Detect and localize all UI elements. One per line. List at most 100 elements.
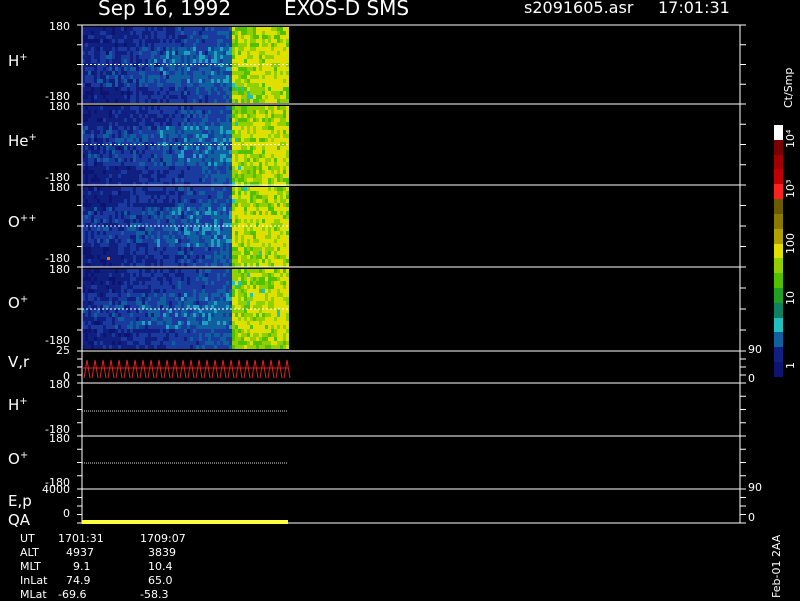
spectrogram-cell bbox=[184, 55, 187, 59]
spectrogram-cell bbox=[112, 43, 115, 47]
spectrogram-cell bbox=[115, 138, 118, 142]
spectrogram-cell bbox=[181, 345, 184, 349]
spectrogram-cell bbox=[124, 211, 127, 215]
spectrogram-cell bbox=[142, 174, 145, 178]
spectrogram-cell bbox=[283, 158, 286, 162]
spectrogram-cell bbox=[130, 191, 133, 195]
spectrogram-cell bbox=[91, 39, 94, 43]
spectrogram-cell bbox=[175, 259, 178, 263]
spectrogram-cell bbox=[112, 309, 115, 313]
spectrogram-cell bbox=[208, 273, 211, 277]
spectrogram-cell bbox=[238, 199, 241, 203]
spectrogram-cell bbox=[271, 99, 274, 103]
spectrogram-cell bbox=[157, 345, 160, 349]
spectrogram-cell bbox=[256, 219, 259, 223]
spectrogram-cell bbox=[283, 71, 286, 75]
spectrogram-cell bbox=[136, 305, 139, 309]
spectrogram-cell bbox=[211, 285, 214, 289]
spectrogram-cell bbox=[199, 219, 202, 223]
spectrogram-cell bbox=[235, 263, 238, 267]
spectrogram-cell bbox=[202, 235, 205, 239]
spectrogram-cell bbox=[187, 178, 190, 182]
spectrogram-cell bbox=[229, 227, 232, 231]
spectrogram-cell bbox=[202, 263, 205, 267]
spectrogram-cell bbox=[226, 95, 229, 99]
spectrogram-cell bbox=[241, 130, 244, 134]
spectrogram-cell bbox=[124, 134, 127, 138]
spectrogram-cell bbox=[127, 118, 130, 122]
spectrogram-cell bbox=[226, 99, 229, 103]
spectrogram-cell bbox=[178, 39, 181, 43]
spectrogram-cell bbox=[253, 251, 256, 255]
spectrogram-cell bbox=[139, 235, 142, 239]
spectrogram-cell bbox=[109, 235, 112, 239]
spectrogram-cell bbox=[88, 277, 91, 281]
spectrogram-cell bbox=[103, 255, 106, 259]
spectrogram-cell bbox=[91, 31, 94, 35]
spectrogram-cell bbox=[265, 130, 268, 134]
spectrogram-cell bbox=[166, 67, 169, 71]
spectrogram-cell bbox=[145, 239, 148, 243]
spectrogram-cell bbox=[220, 31, 223, 35]
spectrogram-cell bbox=[103, 345, 106, 349]
spectrogram-cell bbox=[175, 263, 178, 267]
spectrogram-cell bbox=[175, 170, 178, 174]
spectrogram-cell bbox=[220, 126, 223, 130]
spectrogram-cell bbox=[277, 55, 280, 59]
spectrogram-cell bbox=[166, 345, 169, 349]
spectrogram-cell bbox=[166, 243, 169, 247]
spectrogram-cell bbox=[142, 55, 145, 59]
spectrogram-cell bbox=[148, 341, 151, 345]
spectrogram-cell bbox=[199, 191, 202, 195]
spectrogram-cell bbox=[124, 130, 127, 134]
spectrogram-cell bbox=[217, 277, 220, 281]
spectrogram-cell bbox=[187, 219, 190, 223]
spectrogram-cell bbox=[115, 110, 118, 114]
spectrogram-cell bbox=[106, 207, 109, 211]
spectrogram-cell bbox=[160, 345, 163, 349]
spectrogram-cell bbox=[169, 162, 172, 166]
spectrogram-cell bbox=[136, 166, 139, 170]
spectrogram-cell bbox=[205, 195, 208, 199]
spectrogram-cell bbox=[217, 243, 220, 247]
spectrogram-cell bbox=[205, 83, 208, 87]
spectrogram-cell bbox=[214, 51, 217, 55]
spectrogram-cell bbox=[190, 281, 193, 285]
spectrogram-cell bbox=[85, 146, 88, 150]
spectrogram-cell bbox=[226, 110, 229, 114]
spectrogram-cell bbox=[253, 174, 256, 178]
spectrogram-cell bbox=[220, 39, 223, 43]
spectrogram-cell bbox=[154, 43, 157, 47]
spectrogram-cell bbox=[94, 187, 97, 191]
spectrogram-cell bbox=[259, 178, 262, 182]
spectrogram-cell bbox=[103, 75, 106, 79]
spectrogram-cell bbox=[202, 289, 205, 293]
spectrogram-cell bbox=[193, 47, 196, 51]
spectrogram-cell bbox=[181, 263, 184, 267]
spectrogram-cell bbox=[268, 263, 271, 267]
spectrogram-cell bbox=[229, 251, 232, 255]
spectrogram-cell bbox=[130, 31, 133, 35]
spectrogram-cell bbox=[106, 313, 109, 317]
spectrogram-cell bbox=[220, 47, 223, 51]
spectrogram-cell bbox=[247, 162, 250, 166]
spectrogram-cell bbox=[220, 91, 223, 95]
spectrogram-cell bbox=[115, 174, 118, 178]
spectrogram-cell bbox=[109, 146, 112, 150]
spectrogram-cell bbox=[199, 195, 202, 199]
spectrogram-cell bbox=[217, 178, 220, 182]
spectrogram-cell bbox=[217, 247, 220, 251]
spectrogram-cell bbox=[121, 273, 124, 277]
spectrogram-cell bbox=[211, 273, 214, 277]
spectrogram-cell bbox=[277, 126, 280, 130]
spectrogram-cell bbox=[277, 47, 280, 51]
spectrogram-cell bbox=[190, 203, 193, 207]
spectrogram-cell bbox=[103, 39, 106, 43]
spectrogram-cell bbox=[271, 231, 274, 235]
spectrogram-cell bbox=[208, 43, 211, 47]
spectrogram-cell bbox=[112, 146, 115, 150]
spectrogram-cell bbox=[196, 281, 199, 285]
spectrogram-cell bbox=[94, 341, 97, 345]
spectrogram-cell bbox=[274, 43, 277, 47]
spectrogram-cell bbox=[163, 195, 166, 199]
